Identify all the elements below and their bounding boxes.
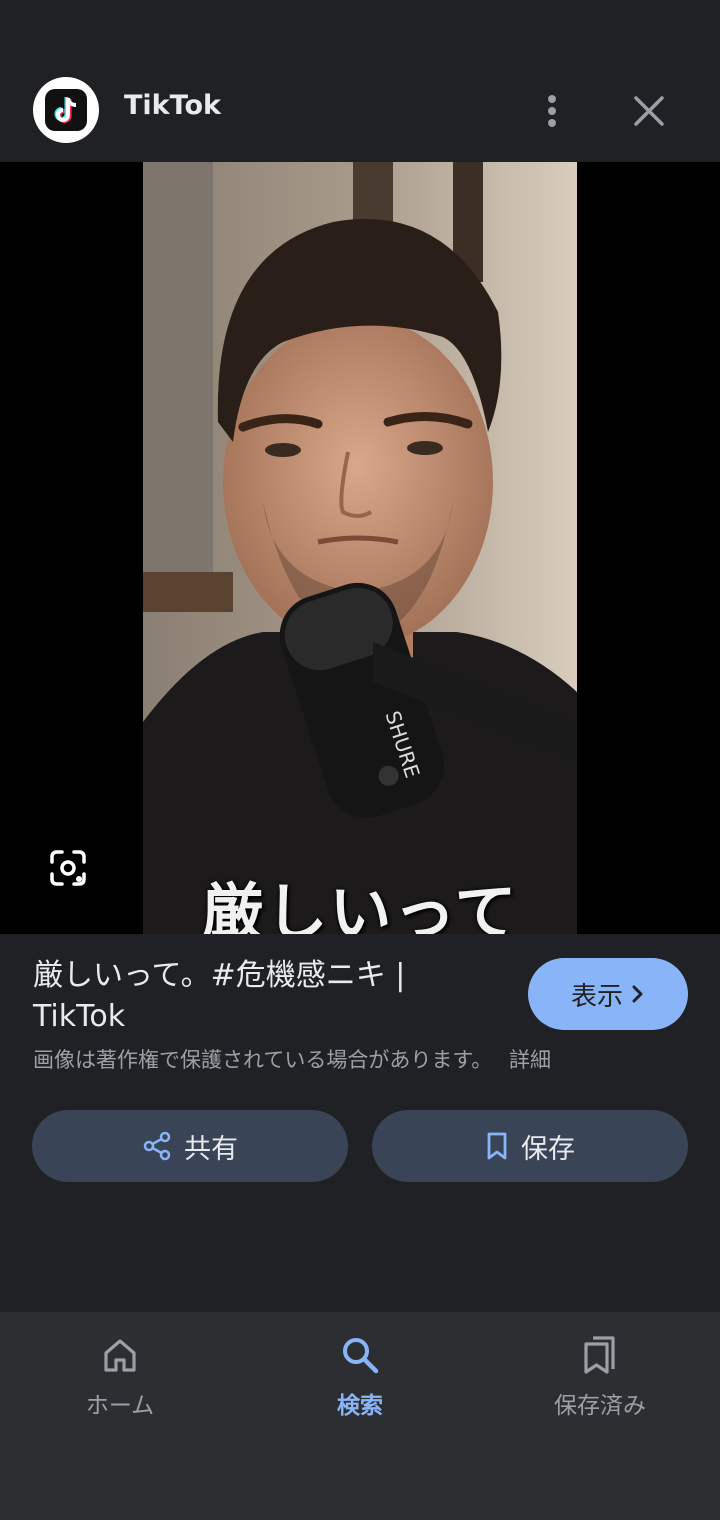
portrait-image: SHURE	[143, 162, 577, 934]
video-caption-overlay: 厳しいって	[201, 876, 519, 934]
chevron-right-icon	[632, 985, 643, 1003]
bottom-navigation: ホーム 検索 保存済み	[0, 1312, 720, 1520]
source-title[interactable]: TikTok	[124, 90, 221, 121]
search-icon	[343, 1338, 379, 1374]
close-icon	[634, 96, 664, 126]
nav-label-home: ホーム	[85, 1393, 155, 1419]
nav-item-saved[interactable]: 保存済み	[480, 1330, 720, 1440]
nav-label-saved: 保存済み	[554, 1393, 646, 1419]
nav-item-home[interactable]: ホーム	[0, 1330, 240, 1440]
nav-item-search[interactable]: 検索	[240, 1330, 480, 1440]
save-label: 保存	[521, 1133, 575, 1165]
result-title-line1: 厳しいって。#危機感ニキ |	[33, 958, 406, 993]
tiktok-logo-icon[interactable]	[33, 77, 99, 143]
share-button[interactable]: 共有	[32, 1110, 348, 1182]
more-vert-icon	[548, 95, 556, 127]
bookmark-icon	[487, 1132, 507, 1160]
detail-link[interactable]: 詳細	[509, 1048, 551, 1072]
status-bar	[0, 0, 720, 60]
lens-search-button[interactable]	[42, 842, 94, 894]
save-button[interactable]: 保存	[372, 1110, 688, 1182]
close-button[interactable]	[624, 86, 674, 136]
result-title-line2: TikTok	[33, 999, 126, 1034]
lens-icon	[50, 850, 86, 886]
saved-icon	[584, 1336, 615, 1374]
share-icon	[143, 1131, 171, 1161]
copyright-notice: 画像は著作権で保護されている場合があります。 詳細	[33, 1044, 693, 1074]
visit-button[interactable]: 表示	[528, 958, 688, 1030]
image-preview[interactable]: SHURE 厳しいって	[0, 162, 720, 934]
nav-label-search: 検索	[337, 1393, 383, 1419]
home-icon	[104, 1339, 136, 1372]
preview-photo: SHURE 厳しいって	[143, 162, 577, 934]
result-title[interactable]: 厳しいって。#危機感ニキ | TikTok	[33, 955, 503, 1037]
copyright-text: 画像は著作権で保護されている場合があります。	[33, 1048, 493, 1072]
more-options-button[interactable]	[530, 86, 574, 136]
share-label: 共有	[184, 1133, 238, 1165]
viewer-header: TikTok	[0, 60, 720, 162]
visit-label: 表示	[570, 980, 623, 1011]
